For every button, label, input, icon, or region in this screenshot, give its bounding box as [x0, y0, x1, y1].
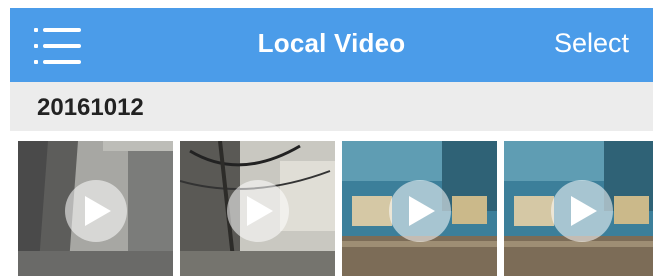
- play-icon: [85, 196, 111, 227]
- play-icon: [571, 196, 597, 227]
- video-grid: [0, 131, 653, 276]
- play-button[interactable]: [226, 180, 289, 243]
- navigation-bar: Local Video Select: [10, 8, 653, 82]
- select-button[interactable]: Select: [554, 28, 629, 59]
- play-button[interactable]: [550, 180, 613, 243]
- video-thumbnail[interactable]: [18, 141, 173, 276]
- play-button[interactable]: [388, 180, 451, 243]
- play-icon: [409, 196, 435, 227]
- video-thumbnail[interactable]: [342, 141, 497, 276]
- date-section-header: 20161012: [10, 82, 653, 131]
- video-thumbnail[interactable]: [180, 141, 335, 276]
- play-button[interactable]: [64, 180, 127, 243]
- play-icon: [247, 196, 273, 227]
- video-thumbnail[interactable]: [504, 141, 653, 276]
- section-date-label: 20161012: [37, 94, 144, 121]
